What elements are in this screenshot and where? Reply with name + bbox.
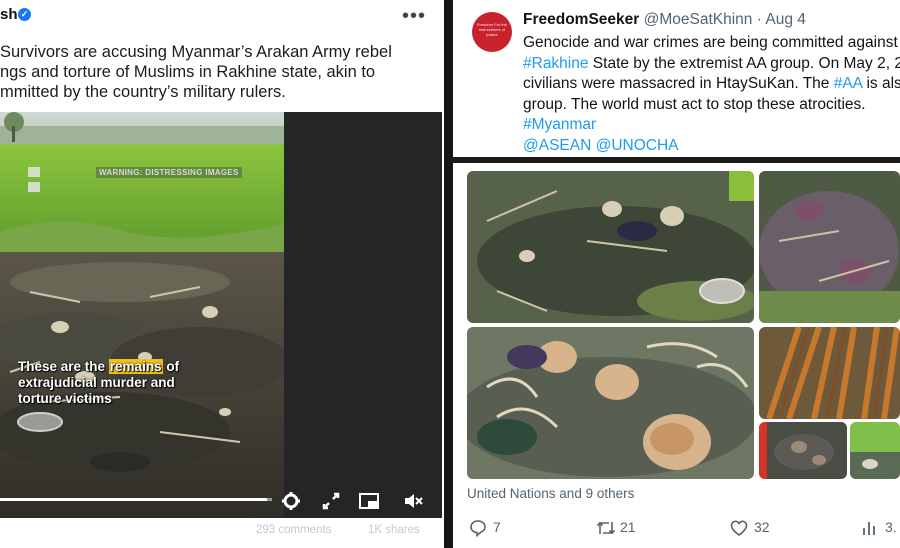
tweet-text-fragment: civilians were massacred in HtaySuKan. T…	[523, 75, 834, 92]
fullscreen-icon[interactable]	[320, 490, 342, 512]
tweet-text-fragment: is als	[862, 75, 900, 92]
repost-count: 21	[620, 519, 636, 535]
video-letterbox	[284, 112, 442, 518]
tweet-photo[interactable]	[759, 422, 847, 479]
like-count: 32	[754, 519, 770, 535]
tweet-date[interactable]: Aug 4	[765, 11, 806, 28]
tweet-media: United Nations and 9 others 7 21 32 3.	[453, 163, 900, 548]
video-caption: These are the remains of extrajudicial m…	[18, 359, 179, 407]
separator-dot: ·	[756, 11, 762, 28]
caption-text: of	[162, 359, 180, 374]
post-stats: 293 comments 1K shares	[0, 524, 444, 542]
comments-count[interactable]: 293 comments	[256, 524, 331, 536]
verified-badge-icon: ✓	[18, 8, 31, 21]
video-player[interactable]: WARNING: DISTRESSING IMAGES These are th…	[0, 112, 442, 518]
tweet-actions: 7 21 32 3.	[453, 516, 900, 542]
tweet-text-line: group. The world must act to stop these …	[523, 95, 866, 113]
repost-icon	[596, 521, 616, 535]
shares-count[interactable]: 1K shares	[368, 524, 420, 536]
tweet-photo[interactable]	[467, 171, 754, 323]
user-handle[interactable]: @MoeSatKhinn	[644, 11, 753, 28]
facebook-post-panel: sh ✓ ••• Survivors are accusing Myanmar’…	[0, 0, 444, 548]
views-chart-icon	[863, 522, 875, 535]
tweet-text-line: Genocide and war crimes are being commit…	[523, 34, 898, 51]
video-controls	[0, 490, 442, 518]
caption-highlight: remains	[108, 359, 163, 374]
tweet-text-fragment: State by the extremist AA group. On May …	[588, 54, 900, 72]
post-text-line: mmitted by the country’s military rulers…	[0, 83, 286, 101]
views-count: 3.	[885, 519, 897, 535]
display-name[interactable]: FreedomSeeker	[523, 11, 639, 28]
hashtag-link[interactable]: #AA	[834, 75, 862, 92]
tweet-author-line: FreedomSeeker @MoeSatKhinn · Aug 4	[523, 11, 806, 29]
avatar-logo-text: Freedom For the real seekers of justice	[477, 22, 507, 37]
caption-text: torture victims	[18, 391, 112, 406]
tweet-photo[interactable]	[759, 327, 900, 419]
picture-in-picture-icon[interactable]	[358, 490, 380, 512]
warning-label: WARNING: DISTRESSING IMAGES	[96, 167, 242, 178]
reply-count: 7	[493, 519, 501, 535]
post-header: sh ✓ •••	[0, 0, 444, 40]
video-frame[interactable]: WARNING: DISTRESSING IMAGES These are th…	[0, 112, 284, 518]
settings-icon[interactable]	[280, 490, 302, 512]
panel-divider	[444, 0, 453, 548]
avatar[interactable]: Freedom For the real seekers of justice	[472, 12, 512, 52]
hashtag-link[interactable]: #Myanmar	[523, 115, 900, 136]
tweet-header-and-text: Freedom For the real seekers of justice …	[453, 0, 900, 157]
post-text-line: ngs and torture of Muslims in Rakhine st…	[0, 63, 376, 81]
progress-bar[interactable]	[0, 498, 272, 501]
tweet-photo[interactable]	[850, 422, 900, 479]
progress-fill	[0, 498, 267, 501]
more-options-icon[interactable]: •••	[402, 6, 426, 26]
tweet-text-line: civilians were massacred in HtaySuKan. T…	[523, 74, 900, 95]
heart-icon	[730, 520, 748, 537]
author-name[interactable]: sh	[0, 6, 18, 23]
caption-text: extrajudicial murder and	[18, 375, 175, 390]
post-text: Survivors are accusing Myanmar’s Arakan …	[0, 42, 440, 102]
reply-icon	[470, 520, 486, 537]
tweet-text: Genocide and war crimes are being commit…	[523, 33, 900, 156]
tweet-photo[interactable]	[467, 327, 754, 479]
tweet-photo[interactable]	[759, 171, 900, 323]
tweet-text-line: #Rakhine State by the extremist AA group…	[523, 54, 900, 75]
mute-icon[interactable]	[402, 490, 424, 512]
hashtag-link[interactable]: #Rakhine	[523, 55, 589, 72]
tweet-panel: Freedom For the real seekers of justice …	[453, 0, 900, 548]
tagged-accounts[interactable]: United Nations and 9 others	[467, 486, 634, 501]
mention-links[interactable]: @ASEAN @UNOCHA	[523, 136, 900, 157]
post-text-line: Survivors are accusing Myanmar’s Arakan …	[0, 43, 392, 61]
caption-text: These are the	[18, 359, 109, 374]
